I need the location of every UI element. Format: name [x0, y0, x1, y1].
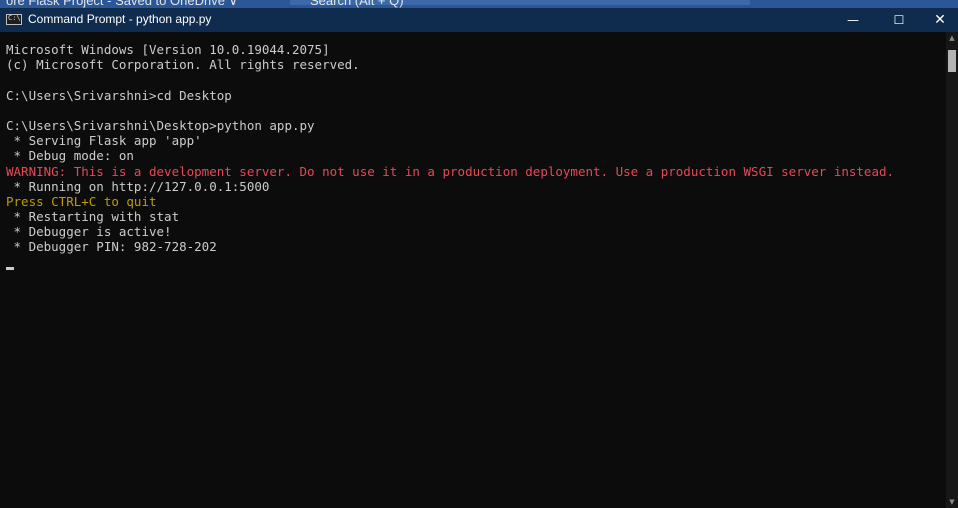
terminal-line: * Debug mode: on [6, 148, 134, 164]
terminal-line: Microsoft Windows [Version 10.0.19044.20… [6, 42, 330, 57]
command-prompt-window: C:\ Command Prompt - python app.py — ☐ ✕… [0, 8, 958, 508]
terminal-line: * Debugger is active! [6, 224, 172, 240]
maximize-button[interactable]: ☐ [876, 8, 922, 32]
terminal-line: * Serving Flask app 'app' [6, 133, 202, 149]
scroll-down-arrow-icon[interactable]: ▼ [946, 496, 958, 508]
close-button[interactable]: ✕ [922, 8, 958, 32]
minimize-button[interactable]: — [830, 8, 876, 32]
cmd-icon[interactable]: C:\ [6, 14, 22, 25]
background-window-title: ore Flask Project - Saved to OneDrive ∨ [6, 0, 239, 8]
vertical-scrollbar[interactable]: ▲ ▼ [946, 32, 958, 508]
terminal-line: (c) Microsoft Corporation. All rights re… [6, 57, 360, 73]
terminal-line: * Debugger PIN: 982-728-202 [6, 239, 217, 255]
background-search-box[interactable]: Search (Alt + Q) [290, 0, 750, 8]
scroll-up-arrow-icon[interactable]: ▲ [946, 32, 958, 44]
background-window-strip: ore Flask Project - Saved to OneDrive ∨ … [0, 0, 958, 8]
terminal-line: C:\Users\Srivarshni\Desktop>python app.p… [6, 117, 315, 133]
terminal-output[interactable]: Microsoft Windows [Version 10.0.19044.20… [0, 32, 946, 508]
terminal-line-notice: Press CTRL+C to quit [6, 193, 157, 209]
terminal-line: C:\Users\Srivarshni>cd Desktop [6, 87, 232, 103]
terminal-line: * Restarting with stat [6, 209, 180, 225]
terminal-line: * Running on http://127.0.0.1:5000 [6, 178, 270, 194]
terminal-line-warning: WARNING: This is a development server. D… [6, 163, 895, 179]
window-title: Command Prompt - python app.py [28, 12, 212, 26]
text-cursor [6, 266, 14, 270]
scrollbar-thumb[interactable] [948, 50, 956, 72]
background-search-text: Search (Alt + Q) [310, 0, 404, 8]
title-bar[interactable]: C:\ Command Prompt - python app.py — ☐ ✕ [0, 8, 958, 32]
cursor-line [6, 255, 946, 270]
